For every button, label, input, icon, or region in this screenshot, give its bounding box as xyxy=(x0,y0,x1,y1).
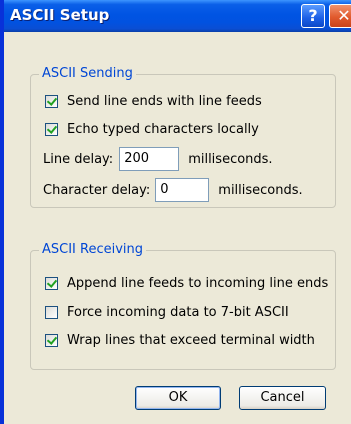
send-line-ends-option[interactable]: Send line ends with line feeds xyxy=(45,93,262,109)
window-title: ASCII Setup xyxy=(10,6,110,24)
ascii-sending-title: ASCII Sending xyxy=(39,66,136,81)
question-mark-icon: ? xyxy=(308,6,318,25)
force-7bit-option[interactable]: Force incoming data to 7-bit ASCII xyxy=(45,304,289,320)
echo-typed-checkbox[interactable] xyxy=(45,122,58,136)
checkmark-icon xyxy=(46,94,58,106)
character-delay-input[interactable]: 0 xyxy=(155,178,210,202)
character-delay-row: Character delay: 0 milliseconds. xyxy=(43,178,303,202)
line-delay-row: Line delay: 200 milliseconds. xyxy=(43,147,273,171)
help-button[interactable]: ? xyxy=(301,4,325,28)
ok-button[interactable]: OK xyxy=(135,386,221,410)
line-delay-label: Line delay: xyxy=(43,151,114,167)
line-delay-unit: milliseconds. xyxy=(188,151,273,167)
cancel-button[interactable]: Cancel xyxy=(239,386,326,410)
append-line-feeds-label: Append line feeds to incoming line ends xyxy=(67,275,329,291)
force-7bit-checkbox[interactable] xyxy=(45,305,58,319)
echo-typed-label: Echo typed characters locally xyxy=(67,121,259,137)
wrap-lines-checkbox[interactable] xyxy=(45,333,58,347)
title-bar[interactable]: ASCII Setup ? ✕ xyxy=(4,0,351,32)
close-button[interactable]: ✕ xyxy=(329,4,351,28)
character-delay-unit: milliseconds. xyxy=(218,182,303,198)
send-line-ends-label: Send line ends with line feeds xyxy=(67,93,262,109)
checkmark-icon xyxy=(46,276,58,288)
ascii-setup-dialog: ASCII Setup ? ✕ ASCII Sending Send line … xyxy=(0,0,351,424)
dialog-body: ASCII Sending Send line ends with line f… xyxy=(4,32,351,424)
send-line-ends-checkbox[interactable] xyxy=(45,94,58,108)
force-7bit-label: Force incoming data to 7-bit ASCII xyxy=(67,304,289,320)
append-line-feeds-option[interactable]: Append line feeds to incoming line ends xyxy=(45,275,328,291)
wrap-lines-option[interactable]: Wrap lines that exceed terminal width xyxy=(45,332,315,348)
ascii-sending-group: ASCII Sending Send line ends with line f… xyxy=(30,66,336,208)
ascii-receiving-group: ASCII Receiving Append line feeds to inc… xyxy=(30,242,336,370)
echo-typed-option[interactable]: Echo typed characters locally xyxy=(45,121,259,137)
close-icon: ✕ xyxy=(337,6,351,25)
ascii-receiving-title: ASCII Receiving xyxy=(39,242,147,257)
wrap-lines-label: Wrap lines that exceed terminal width xyxy=(67,332,315,348)
append-line-feeds-checkbox[interactable] xyxy=(45,276,58,290)
checkmark-icon xyxy=(46,122,58,134)
line-delay-input[interactable]: 200 xyxy=(119,147,180,171)
checkmark-icon xyxy=(46,333,58,345)
character-delay-label: Character delay: xyxy=(43,182,151,198)
